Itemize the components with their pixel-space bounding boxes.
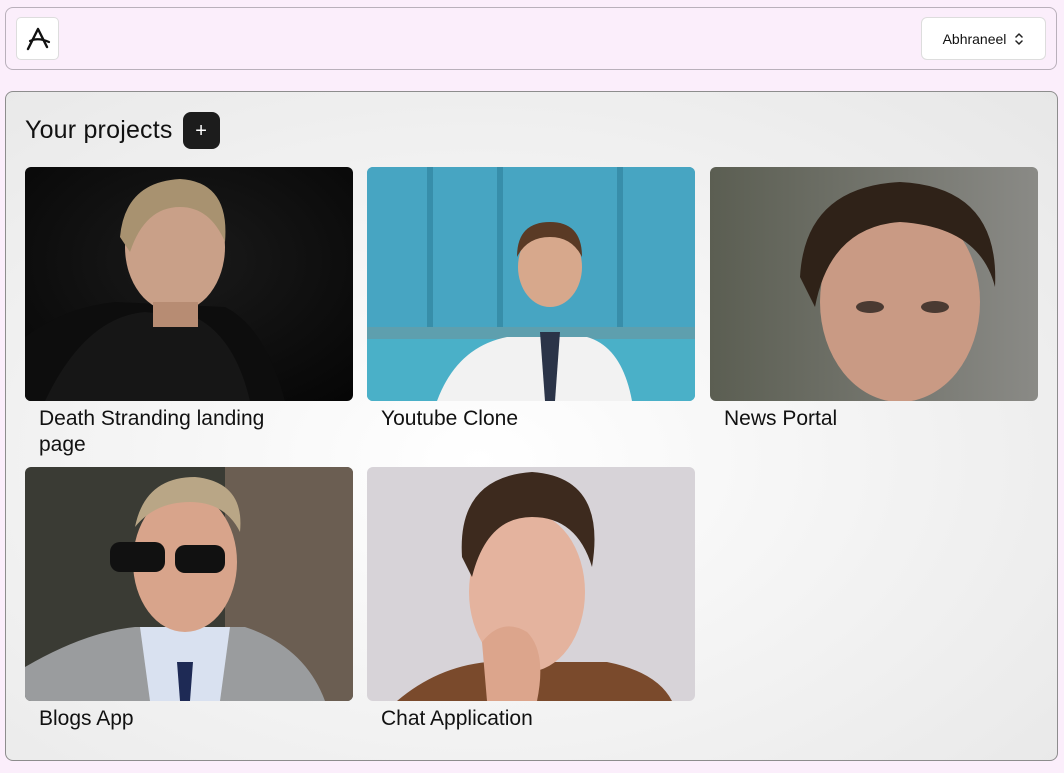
project-title: Blogs App [39,707,134,730]
project-title: Chat Application [381,707,533,730]
project-title: News Portal [724,407,838,430]
add-project-button[interactable]: + [182,112,220,149]
project-card[interactable]: Youtube Clone [367,167,695,432]
project-card[interactable]: Death Stranding landing page [25,167,353,458]
chevron-up-down-icon [1014,32,1024,46]
project-card[interactable]: Blogs App [25,467,353,732]
page-title: Your projects [25,116,173,144]
project-title: Youtube Clone [381,407,519,430]
project-title: Death Stranding landing page [39,407,265,456]
projects-panel: Your projects + Death Stranding landing … [5,91,1058,761]
project-thumbnail [710,167,1038,401]
project-thumbnail [25,167,353,401]
project-card[interactable]: Chat Application [367,467,695,732]
project-thumbnail [367,167,695,401]
user-switcher[interactable]: Abhraneel [921,17,1046,60]
logo-icon [26,27,50,50]
project-card[interactable]: News Portal [710,167,1038,432]
project-thumbnail [367,467,695,701]
project-thumbnail [25,467,353,701]
top-bar: Abhraneel [5,7,1057,70]
logo[interactable] [16,17,59,60]
user-name: Abhraneel [942,30,1007,47]
